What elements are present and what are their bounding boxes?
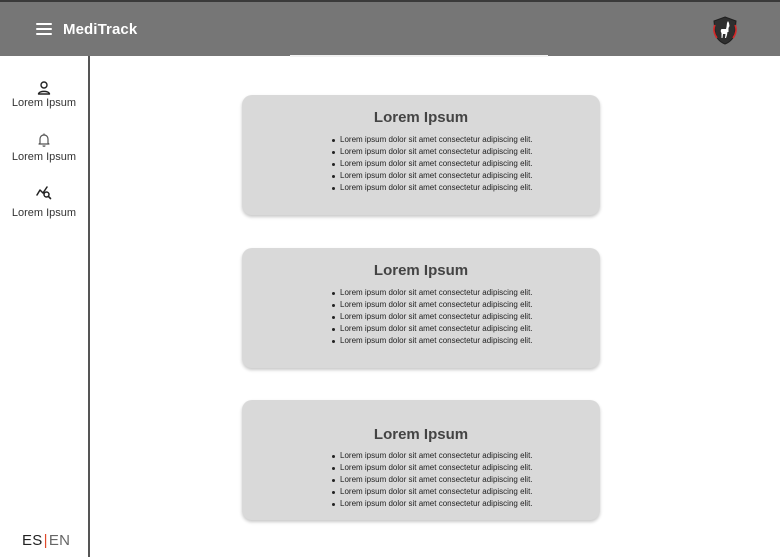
- language-es[interactable]: ES: [22, 532, 43, 549]
- list-item: Lorem ipsum dolor sit amet consectetur a…: [332, 300, 533, 309]
- sidebar-divider: [88, 56, 90, 557]
- card-bullet-list: Lorem ipsum dolor sit amet consectetur a…: [332, 450, 533, 510]
- list-item: Lorem ipsum dolor sit amet consectetur a…: [332, 159, 533, 168]
- sidebar-item-profile[interactable]: Lorem Ipsum: [0, 80, 88, 109]
- bell-icon: [38, 133, 50, 147]
- header-accent-line: [290, 55, 548, 57]
- card-title: Lorem Ipsum: [373, 426, 469, 443]
- app-header: MediTrack: [0, 2, 780, 56]
- list-item: Lorem ipsum dolor sit amet consectetur a…: [332, 475, 533, 484]
- list-item: Lorem ipsum dolor sit amet consectetur a…: [332, 499, 533, 508]
- list-item: Lorem ipsum dolor sit amet consectetur a…: [332, 147, 533, 156]
- list-item: Lorem ipsum dolor sit amet consectetur a…: [332, 288, 533, 297]
- language-switcher[interactable]: ES|EN: [22, 532, 70, 549]
- sidebar-item-label: Lorem Ipsum: [11, 97, 77, 109]
- info-card: Lorem Ipsum Lorem ipsum dolor sit amet c…: [242, 248, 600, 368]
- hamburger-menu-icon[interactable]: [33, 20, 55, 38]
- list-item: Lorem ipsum dolor sit amet consectetur a…: [332, 324, 533, 333]
- info-card: Lorem Ipsum Lorem ipsum dolor sit amet c…: [242, 95, 600, 215]
- card-title: Lorem Ipsum: [373, 109, 469, 126]
- list-item: Lorem ipsum dolor sit amet consectetur a…: [332, 183, 533, 192]
- list-item: Lorem ipsum dolor sit amet consectetur a…: [332, 487, 533, 496]
- list-item: Lorem ipsum dolor sit amet consectetur a…: [332, 171, 533, 180]
- sidebar-item-label: Lorem Ipsum: [11, 151, 77, 163]
- user-icon: [37, 81, 51, 95]
- chart-search-icon: [36, 186, 52, 200]
- list-item: Lorem ipsum dolor sit amet consectetur a…: [332, 336, 533, 345]
- llama-shield-logo-icon[interactable]: [711, 15, 739, 45]
- card-title: Lorem Ipsum: [373, 262, 469, 279]
- list-item: Lorem ipsum dolor sit amet consectetur a…: [332, 463, 533, 472]
- list-item: Lorem ipsum dolor sit amet consectetur a…: [332, 135, 533, 144]
- app-title: MediTrack: [63, 21, 138, 38]
- language-en[interactable]: EN: [49, 532, 70, 549]
- card-bullet-list: Lorem ipsum dolor sit amet consectetur a…: [332, 287, 533, 347]
- info-card: Lorem Ipsum Lorem ipsum dolor sit amet c…: [242, 400, 600, 520]
- list-item: Lorem ipsum dolor sit amet consectetur a…: [332, 451, 533, 460]
- sidebar-item-label: Lorem Ipsum: [11, 207, 77, 219]
- list-item: Lorem ipsum dolor sit amet consectetur a…: [332, 312, 533, 321]
- language-separator: |: [43, 532, 48, 549]
- sidebar-item-notifications[interactable]: Lorem Ipsum: [0, 132, 88, 163]
- card-bullet-list: Lorem ipsum dolor sit amet consectetur a…: [332, 134, 533, 194]
- sidebar-item-analytics[interactable]: Lorem Ipsum: [0, 184, 88, 219]
